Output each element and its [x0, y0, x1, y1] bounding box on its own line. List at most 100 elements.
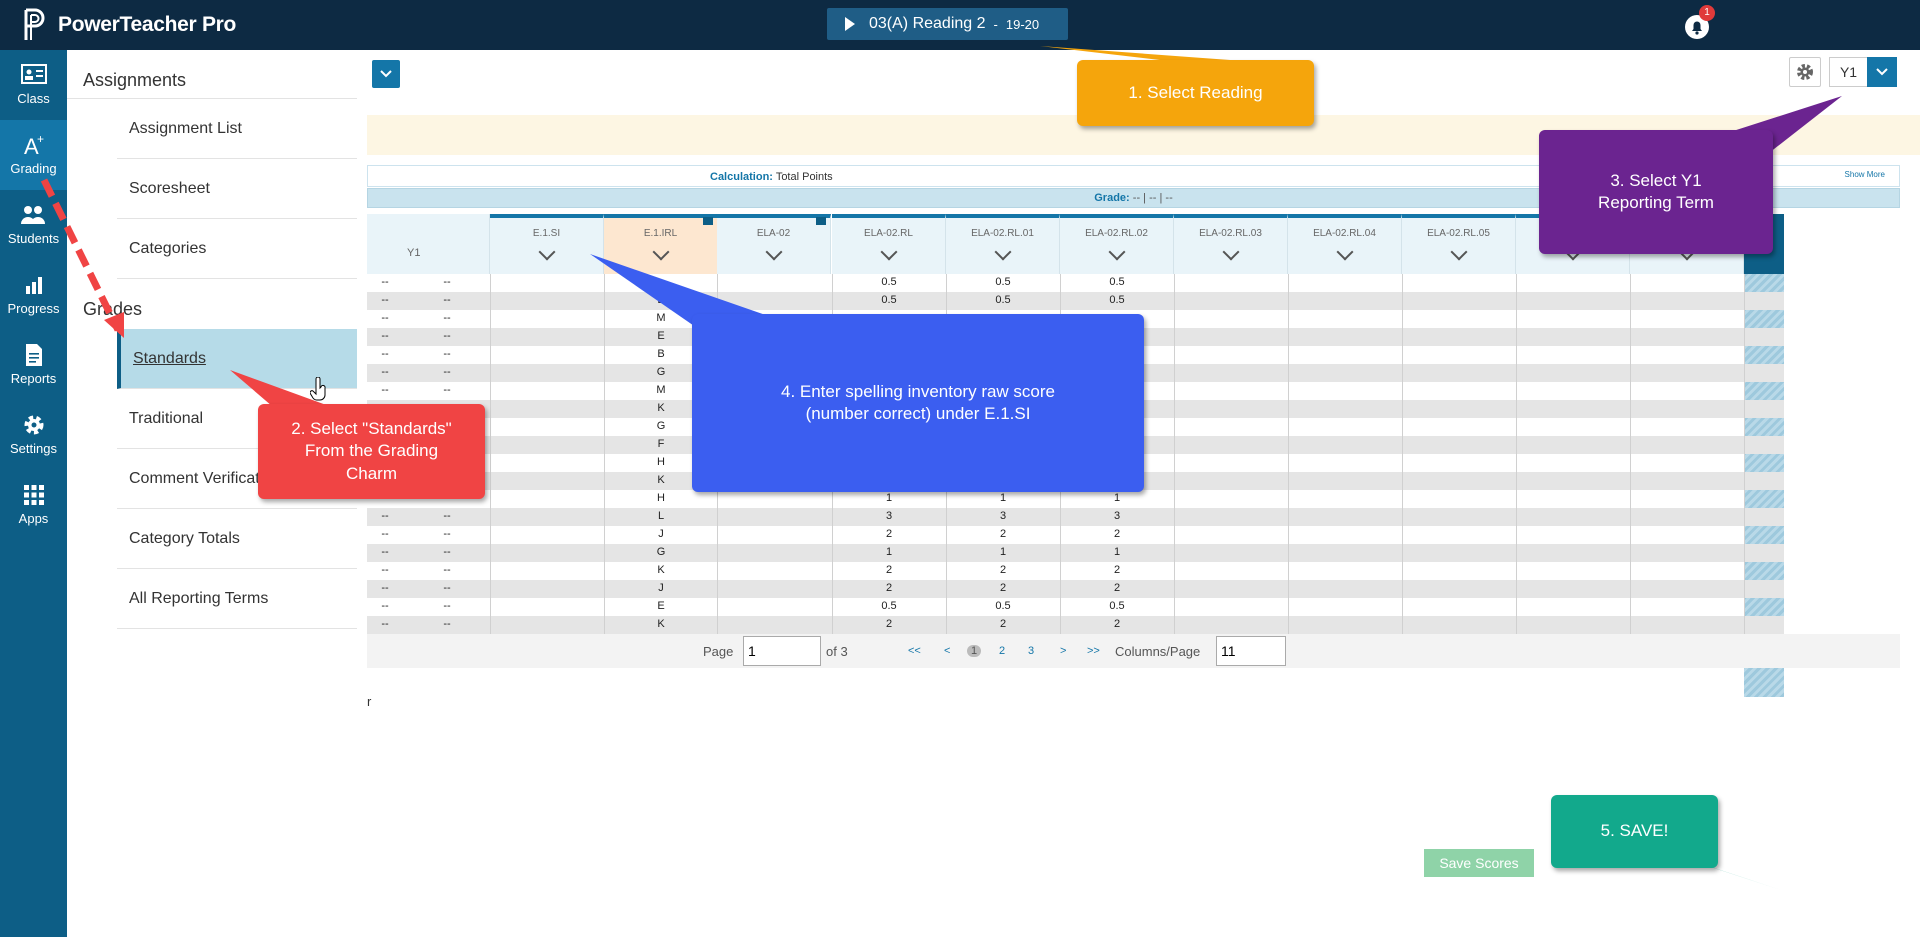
- term-selector[interactable]: Y1: [1829, 57, 1867, 87]
- chevron-down-icon[interactable]: [652, 243, 669, 261]
- table-cell[interactable]: 2: [832, 528, 946, 540]
- rail-item-students[interactable]: Students: [0, 190, 67, 260]
- table-cell[interactable]: 0.5: [832, 600, 946, 612]
- page-3-link[interactable]: 3: [1028, 645, 1034, 657]
- rail-item-reports[interactable]: Reports: [0, 330, 67, 400]
- column-divider: [1744, 580, 1745, 598]
- column-divider: [1402, 310, 1403, 328]
- first-page-link[interactable]: <<: [908, 645, 921, 657]
- section-dropdown-button[interactable]: [372, 60, 400, 88]
- grid-column-header[interactable]: E.1.IRL: [604, 214, 718, 274]
- table-cell[interactable]: 2: [832, 582, 946, 594]
- page-2-link[interactable]: 2: [999, 645, 1005, 657]
- table-cell[interactable]: 0.5: [832, 276, 946, 288]
- page-1-link[interactable]: 1: [967, 645, 982, 657]
- column-divider: [490, 598, 491, 616]
- table-cell[interactable]: E: [604, 294, 718, 306]
- table-cell[interactable]: L: [604, 510, 718, 522]
- chevron-down-icon[interactable]: [1222, 243, 1239, 261]
- prev-page-link[interactable]: <: [944, 645, 950, 657]
- nav-scoresheet[interactable]: Scoresheet: [117, 159, 357, 219]
- column-divider: [1516, 436, 1517, 454]
- table-cell[interactable]: J: [604, 582, 718, 594]
- powerschool-logo-icon: [24, 8, 45, 40]
- table-cell[interactable]: 1: [946, 546, 1060, 558]
- table-cell[interactable]: K: [604, 618, 718, 630]
- table-cell[interactable]: 0.5: [1060, 294, 1174, 306]
- table-cell[interactable]: 1: [832, 546, 946, 558]
- table-cell[interactable]: 2: [946, 528, 1060, 540]
- table-cell: --: [381, 294, 389, 306]
- table-cell: --: [381, 546, 389, 558]
- table-cell[interactable]: 2: [832, 564, 946, 576]
- table-cell[interactable]: 2: [1060, 582, 1174, 594]
- chevron-down-icon[interactable]: [1450, 243, 1467, 261]
- table-cell: --: [381, 600, 389, 612]
- table-cell[interactable]: 0.5: [946, 276, 1060, 288]
- table-cell[interactable]: H: [604, 492, 718, 504]
- chevron-down-icon[interactable]: [880, 243, 897, 261]
- app-logo[interactable]: PowerTeacher Pro: [20, 8, 236, 42]
- rail-label: Settings: [10, 441, 57, 456]
- column-divider: [1516, 598, 1517, 616]
- nav-assignment-list[interactable]: Assignment List: [117, 99, 357, 159]
- nav-categories[interactable]: Categories: [117, 219, 357, 279]
- table-cell[interactable]: 0.5: [1060, 600, 1174, 612]
- chevron-down-icon[interactable]: [1108, 243, 1125, 261]
- table-cell[interactable]: 2: [832, 618, 946, 630]
- gear-icon: [1797, 64, 1813, 80]
- page-input[interactable]: [743, 636, 821, 666]
- table-cell[interactable]: 1: [946, 492, 1060, 504]
- term-dropdown-button[interactable]: [1867, 57, 1897, 87]
- save-scores-button[interactable]: Save Scores: [1424, 849, 1534, 877]
- grid-column-header[interactable]: E.1.SI: [490, 214, 604, 274]
- columns-per-page-input[interactable]: [1216, 636, 1286, 666]
- chevron-down-icon[interactable]: [994, 243, 1011, 261]
- grid-column-header[interactable]: ELA-02.RL.04: [1288, 214, 1402, 274]
- grid-column-header[interactable]: ELA-02.RL: [832, 214, 946, 274]
- table-cell[interactable]: 2: [946, 564, 1060, 576]
- table-cell[interactable]: 0.5: [1060, 276, 1174, 288]
- table-cell[interactable]: 2: [946, 582, 1060, 594]
- table-cell[interactable]: 1: [832, 492, 946, 504]
- rail-item-grading[interactable]: A + Grading: [0, 120, 67, 190]
- grid-column-header[interactable]: ELA-02.RL.01: [946, 214, 1060, 274]
- last-page-link[interactable]: >>: [1087, 645, 1100, 657]
- next-page-link[interactable]: >: [1060, 645, 1066, 657]
- table-cell[interactable]: 2: [1060, 564, 1174, 576]
- table-cell[interactable]: 2: [946, 618, 1060, 630]
- table-cell[interactable]: 1: [1060, 492, 1174, 504]
- table-cell[interactable]: 3: [1060, 510, 1174, 522]
- table-cell[interactable]: G: [604, 546, 718, 558]
- table-cell[interactable]: 2: [1060, 528, 1174, 540]
- table-cell[interactable]: J: [604, 528, 718, 540]
- nav-all-reporting-terms[interactable]: All Reporting Terms: [117, 569, 357, 629]
- nav-category-totals[interactable]: Category Totals: [117, 509, 357, 569]
- column-divider: [490, 526, 491, 544]
- grid-column-header[interactable]: ELA-02: [717, 214, 831, 274]
- table-cell[interactable]: 0.5: [832, 294, 946, 306]
- rail-item-settings[interactable]: Settings: [0, 400, 67, 470]
- settings-button[interactable]: [1789, 57, 1821, 87]
- chevron-down-icon[interactable]: [765, 243, 782, 261]
- grid-column-header[interactable]: ELA-02.RL.03: [1174, 214, 1288, 274]
- column-divider: [946, 526, 947, 544]
- table-cell[interactable]: 3: [832, 510, 946, 522]
- grid-column-header[interactable]: ELA-02.RL.02: [1060, 214, 1174, 274]
- table-cell[interactable]: 0.5: [946, 600, 1060, 612]
- rail-item-progress[interactable]: Progress: [0, 260, 67, 330]
- table-cell[interactable]: 1: [1060, 546, 1174, 558]
- rail-item-class[interactable]: Class: [0, 50, 67, 120]
- chevron-down-icon[interactable]: [538, 243, 555, 261]
- table-cell[interactable]: 2: [1060, 618, 1174, 630]
- chevron-down-icon[interactable]: [1336, 243, 1353, 261]
- grid-column-header[interactable]: ELA-02.RL.05: [1402, 214, 1516, 274]
- table-cell[interactable]: K: [604, 564, 718, 576]
- callout-1: 1. Select Reading: [1077, 60, 1314, 126]
- rail-item-apps[interactable]: Apps: [0, 470, 67, 540]
- show-more-link[interactable]: Show More: [1845, 170, 1885, 179]
- table-cell[interactable]: 3: [946, 510, 1060, 522]
- table-cell[interactable]: E: [604, 600, 718, 612]
- class-picker-button[interactable]: 03(A) Reading 2 - 19-20: [827, 8, 1068, 40]
- table-cell[interactable]: 0.5: [946, 294, 1060, 306]
